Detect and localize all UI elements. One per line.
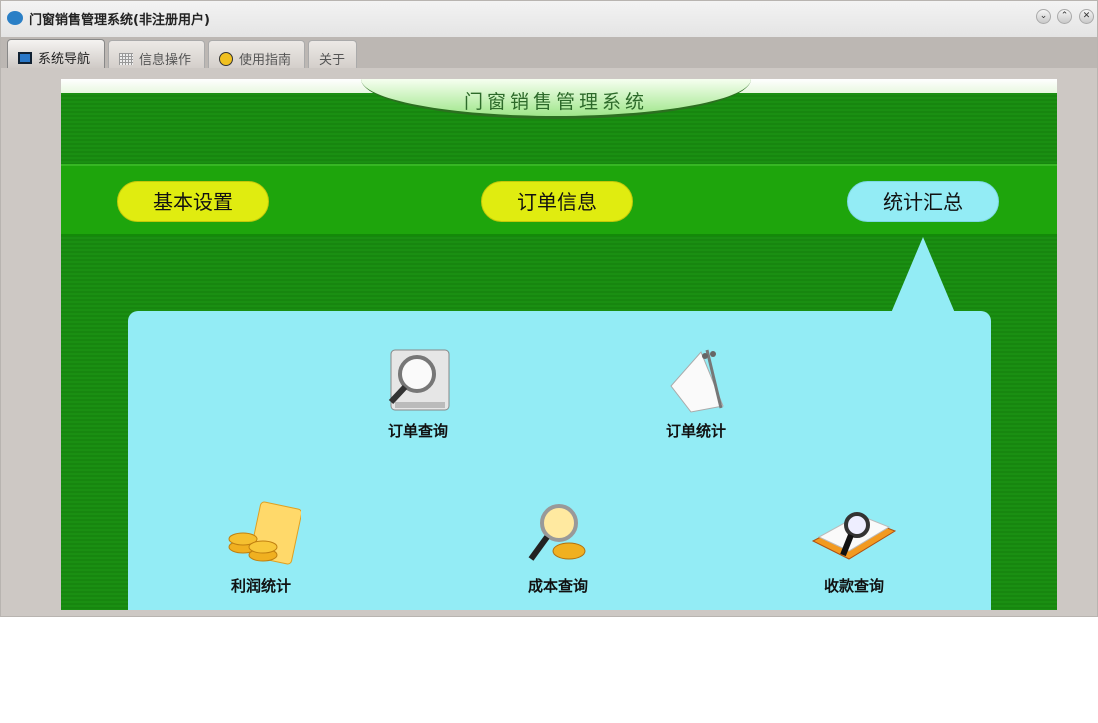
tab-about[interactable]: 关于 [308,40,357,68]
function-label: 订单统计 [665,422,726,440]
window-title: 门窗销售管理系统(非注册用户) [29,13,210,28]
navigation-page: 门窗销售管理系统 基本设置 订单信息 统计汇总 订单查询 订单统计 利润统计 成 [61,79,1057,610]
grid-icon [119,53,133,65]
coin-magnifier-icon [528,504,586,561]
close-button[interactable]: ✕ [1079,9,1094,24]
function-label: 利润统计 [230,577,291,595]
tab-bar: 系统导航 信息操作 使用指南 关于 [1,37,1097,68]
app-window: 门窗销售管理系统(非注册用户) ⌄ ⌃ ✕ 系统导航 信息操作 使用指南 关于 … [0,0,1098,617]
maximize-button[interactable]: ⌃ [1057,9,1072,24]
panel-pointer [891,237,955,313]
coins-icon [228,501,301,565]
notepad-icon [670,349,724,413]
order-statistics-item[interactable]: 订单统计 [636,346,756,441]
function-panel: 订单查询 订单统计 利润统计 成本查询 收款查询 [128,311,991,610]
order-query-item[interactable]: 订单查询 [358,346,478,441]
magnifier-film-icon [388,349,450,411]
tab-system-nav[interactable]: 系统导航 [7,39,105,68]
help-icon [219,52,233,66]
nav-basic-settings-button[interactable]: 基本设置 [117,181,269,222]
function-label: 成本查询 [527,577,588,595]
function-label: 订单查询 [387,422,448,440]
nav-statistics-button[interactable]: 统计汇总 [847,181,999,222]
book-magnifier-icon [811,512,897,560]
payment-query-item[interactable]: 收款查询 [794,501,914,596]
tab-user-guide[interactable]: 使用指南 [208,40,305,68]
nav-order-info-button[interactable]: 订单信息 [481,181,633,222]
tab-label: 使用指南 [239,53,292,68]
banner: 门窗销售管理系统 [361,79,751,119]
banner-title: 门窗销售管理系统 [463,91,648,113]
tab-label: 系统导航 [38,52,91,67]
tab-label: 关于 [319,53,346,68]
tab-info-ops[interactable]: 信息操作 [108,40,205,68]
tab-label: 信息操作 [139,53,192,68]
app-icon [7,11,23,25]
cost-query-item[interactable]: 成本查询 [498,501,618,596]
function-label: 收款查询 [823,577,884,595]
title-bar: 门窗销售管理系统(非注册用户) ⌄ ⌃ ✕ [1,1,1097,37]
minimize-button[interactable]: ⌄ [1036,9,1051,24]
monitor-icon [18,52,32,64]
profit-statistics-item[interactable]: 利润统计 [201,501,321,596]
nav-band: 基本设置 订单信息 统计汇总 [61,164,1057,236]
